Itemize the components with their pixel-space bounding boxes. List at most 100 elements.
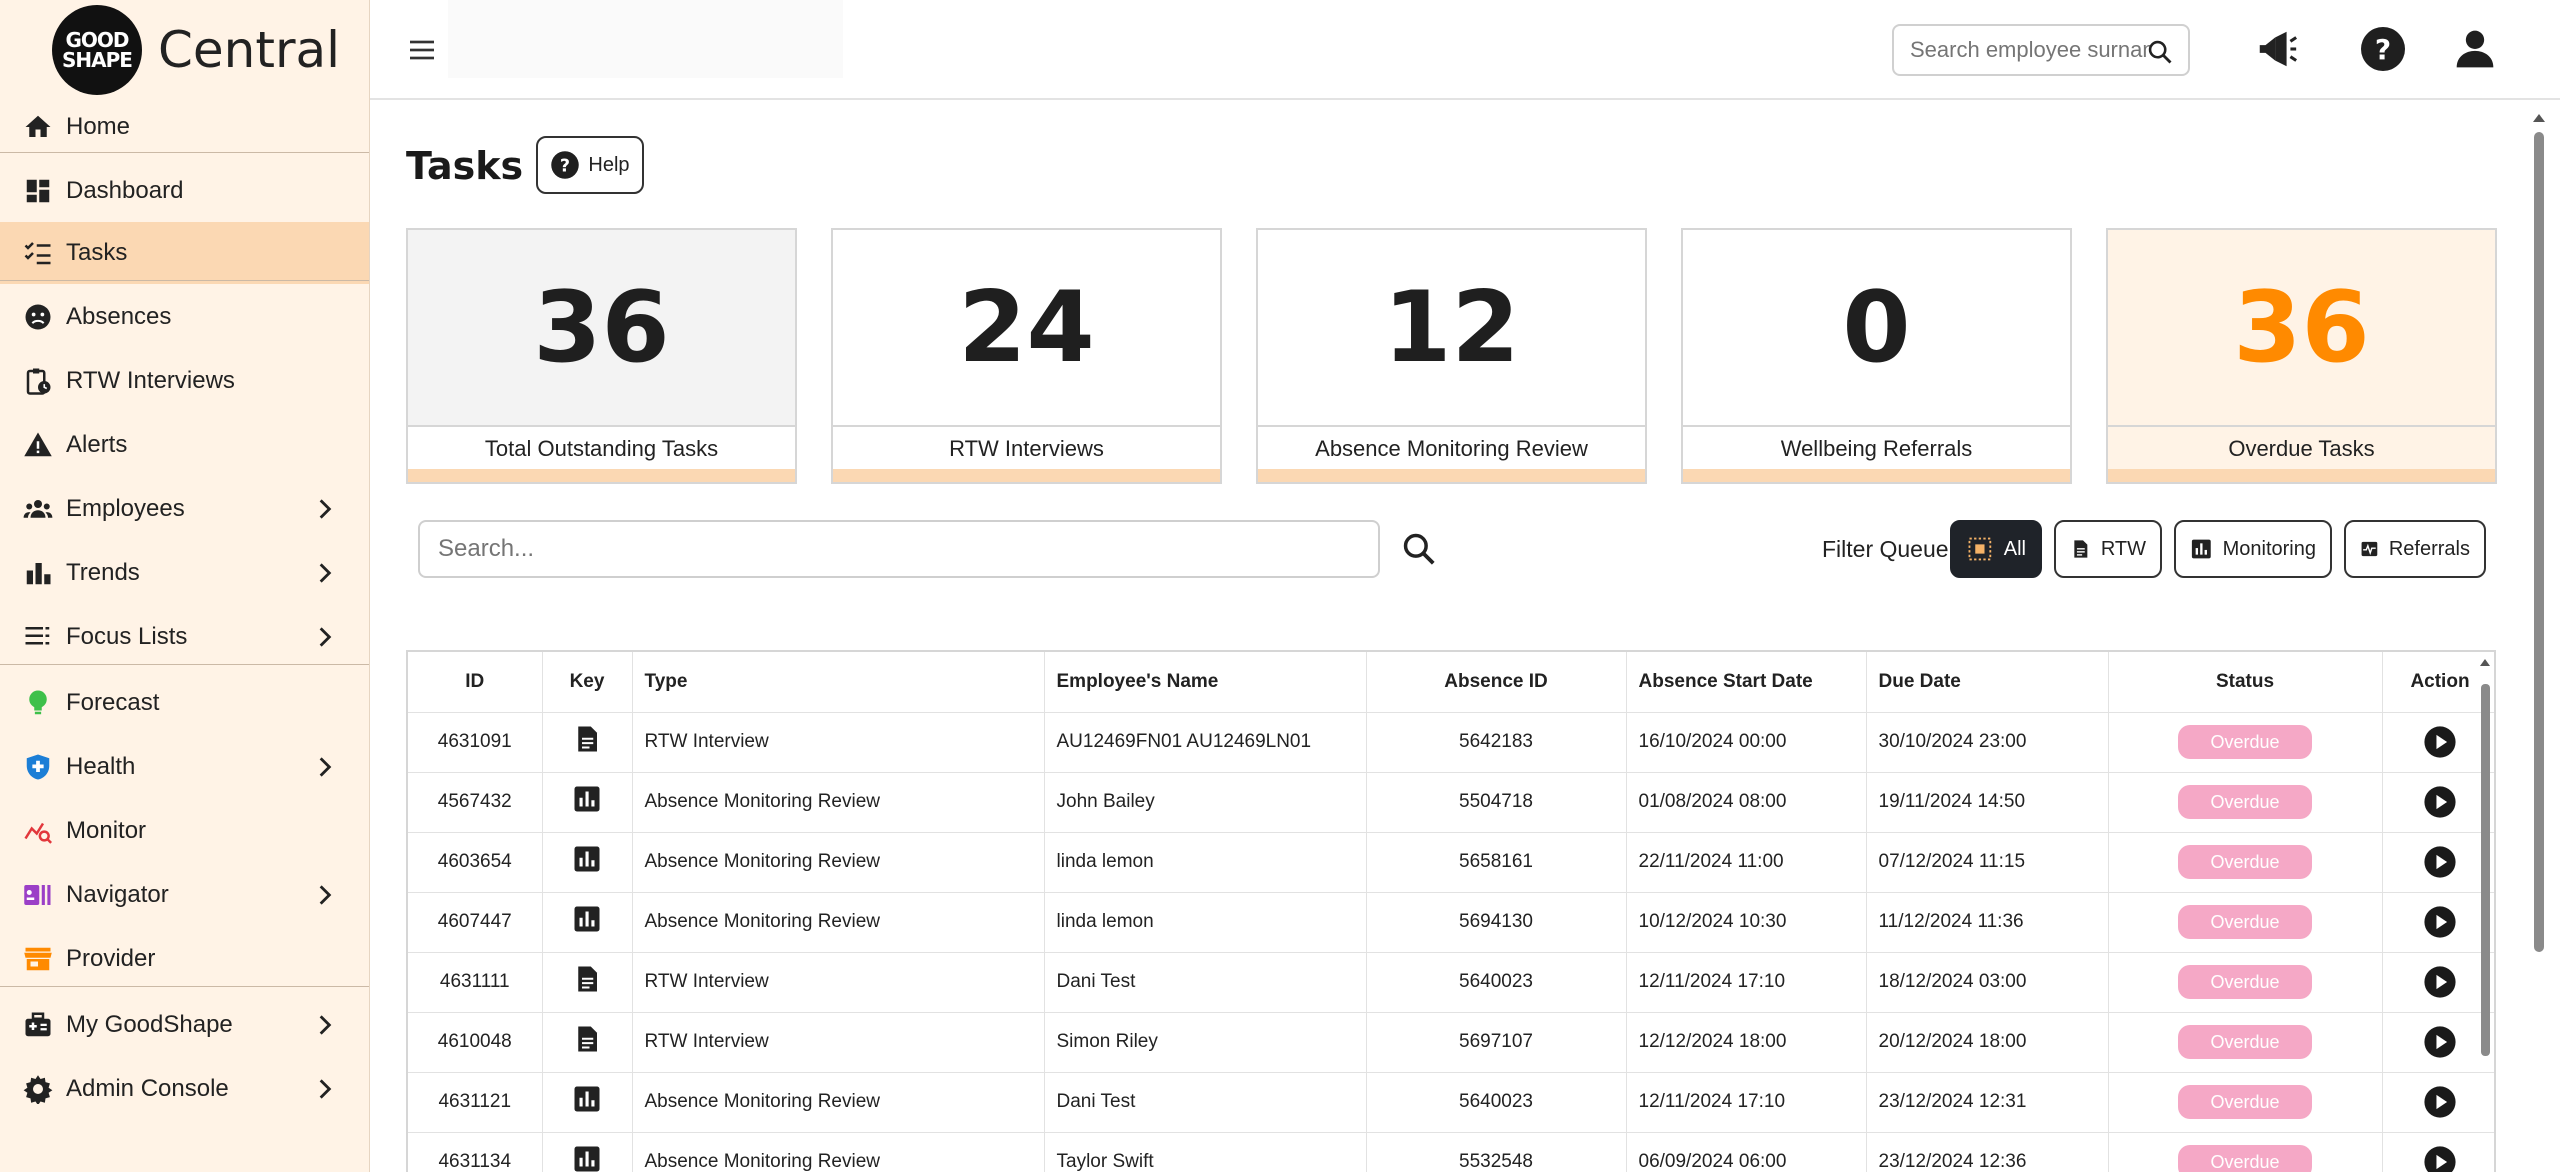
sidebar-item-monitor[interactable]: Monitor	[0, 800, 369, 862]
cell-due-date: 18/12/2024 03:00	[1866, 952, 2109, 1013]
menu-icon[interactable]	[406, 34, 438, 66]
table-row[interactable]: 4631121 Absence Monitoring Review Dani Tes…	[408, 1072, 2494, 1133]
cell-status: Overdue	[2108, 772, 2383, 833]
bar-chart-box-icon	[572, 904, 602, 940]
sidebar-item-label: Absences	[66, 303, 172, 330]
announcements-icon[interactable]	[2252, 24, 2302, 74]
play-icon[interactable]	[2423, 905, 2457, 939]
sidebar-item-dashboard[interactable]: Dashboard	[0, 160, 369, 222]
search-icon[interactable]	[2146, 38, 2174, 66]
status-badge: Overdue	[2178, 845, 2312, 879]
warning-icon	[20, 427, 56, 463]
cell-key	[542, 1132, 633, 1172]
table-row[interactable]: 4631134 Absence Monitoring Review Taylor S…	[408, 1132, 2494, 1172]
card-absence-monitoring-review[interactable]: 12 Absence Monitoring Review	[1256, 228, 1647, 484]
sidebar-divider	[0, 986, 369, 987]
table-row[interactable]: 4631111 RTW Interview Dani Test 5640023 12/1…	[408, 952, 2494, 1013]
chevron-right-icon[interactable]	[312, 1076, 338, 1102]
card-total-outstanding-tasks[interactable]: 36 Total Outstanding Tasks	[406, 228, 797, 484]
chevron-right-icon[interactable]	[312, 624, 338, 650]
sidebar-item-absences[interactable]: Absences	[0, 286, 369, 348]
card-value: 36	[408, 230, 795, 425]
play-icon[interactable]	[2423, 1145, 2457, 1172]
card-accent-bar	[833, 469, 1220, 482]
table-row[interactable]: 4567432 Absence Monitoring Review John Bai…	[408, 772, 2494, 833]
cell-absence-start: 16/10/2024 00:00	[1626, 712, 1867, 773]
page-scrollbar[interactable]	[2528, 102, 2550, 1172]
cell-absence-id: 5504718	[1366, 772, 1627, 833]
cell-key	[542, 772, 633, 833]
play-icon[interactable]	[2423, 965, 2457, 999]
sidebar-item-label: Focus Lists	[66, 623, 188, 650]
cell-due-date: 30/10/2024 23:00	[1866, 712, 2109, 773]
sidebar-item-tasks[interactable]: Tasks	[0, 222, 369, 284]
task-search-input[interactable]	[438, 535, 1338, 563]
col-header-id[interactable]: ID	[408, 652, 543, 713]
sidebar-item-home[interactable]: Home	[0, 96, 369, 158]
employee-search-input[interactable]	[1910, 37, 2150, 63]
cell-key	[542, 892, 633, 953]
col-header-key[interactable]: Key	[542, 652, 633, 713]
col-header-employee-name[interactable]: Employee's Name	[1044, 652, 1367, 713]
col-header-type[interactable]: Type	[632, 652, 1045, 713]
play-icon[interactable]	[2423, 845, 2457, 879]
help-button[interactable]: ? Help	[536, 136, 644, 194]
table-row[interactable]: 4610048 RTW Interview Simon Riley 5697107 12…	[408, 1012, 2494, 1073]
filter-referrals-button[interactable]: Referrals	[2344, 520, 2486, 578]
sidebar-item-employees[interactable]: Employees	[0, 478, 369, 540]
card-rtw-interviews[interactable]: 24 RTW Interviews	[831, 228, 1222, 484]
sidebar-item-my-goodshape[interactable]: My GoodShape	[0, 994, 369, 1056]
col-header-due-date[interactable]: Due Date	[1866, 652, 2109, 713]
document-icon	[572, 964, 602, 1000]
filter-all-button[interactable]: All	[1950, 520, 2042, 578]
cell-absence-id: 5697107	[1366, 1012, 1627, 1073]
sidebar-item-focus-lists[interactable]: Focus Lists	[0, 606, 369, 668]
search-icon[interactable]	[1400, 530, 1438, 568]
pulse-icon	[2361, 541, 2378, 557]
sidebar-item-navigator[interactable]: Navigator	[0, 864, 369, 926]
sidebar-divider	[0, 152, 369, 153]
sidebar-item-label: Forecast	[66, 689, 160, 716]
card-accent-bar	[2108, 469, 2495, 482]
employee-search[interactable]	[1892, 24, 2190, 76]
col-header-absence-id[interactable]: Absence ID	[1366, 652, 1627, 713]
cell-status: Overdue	[2108, 712, 2383, 773]
chevron-right-icon[interactable]	[312, 560, 338, 586]
col-header-absence-start[interactable]: Absence Start Date	[1626, 652, 1867, 713]
sidebar-item-forecast[interactable]: Forecast	[0, 672, 369, 734]
filter-rtw-button[interactable]: RTW	[2054, 520, 2162, 578]
play-icon[interactable]	[2423, 785, 2457, 819]
table-row[interactable]: 4603654 Absence Monitoring Review linda le…	[408, 832, 2494, 893]
sidebar-item-admin-console[interactable]: Admin Console	[0, 1058, 369, 1120]
filter-queue-label: Filter Queue:	[1822, 536, 1955, 562]
table-header-row: ID Key Type Employee's Name Absence ID A…	[408, 652, 2494, 713]
sidebar-item-label: Admin Console	[66, 1075, 229, 1102]
table-scrollbar[interactable]	[2476, 654, 2494, 1172]
sidebar-item-alerts[interactable]: Alerts	[0, 414, 369, 476]
task-search[interactable]	[418, 520, 1380, 578]
play-icon[interactable]	[2423, 1025, 2457, 1059]
sidebar-item-provider[interactable]: Provider	[0, 928, 369, 990]
play-icon[interactable]	[2423, 725, 2457, 759]
card-wellbeing-referrals[interactable]: 0 Wellbeing Referrals	[1681, 228, 2072, 484]
table-row[interactable]: 4607447 Absence Monitoring Review linda le…	[408, 892, 2494, 953]
sidebar: GOOD SHAPE Central Home Dashboard Tasks Abs…	[0, 0, 370, 1172]
chevron-right-icon[interactable]	[312, 1012, 338, 1038]
filter-monitoring-button[interactable]: Monitoring	[2174, 520, 2332, 578]
chevron-right-icon[interactable]	[312, 754, 338, 780]
bar-chart-box-icon	[572, 1084, 602, 1120]
play-icon[interactable]	[2423, 1085, 2457, 1119]
tasks-icon	[20, 235, 56, 271]
col-header-status[interactable]: Status	[2108, 652, 2383, 713]
card-overdue-tasks[interactable]: 36 Overdue Tasks	[2106, 228, 2497, 484]
sidebar-item-label: Dashboard	[66, 177, 184, 204]
help-icon[interactable]: ?	[2358, 24, 2408, 74]
sidebar-item-trends[interactable]: Trends	[0, 542, 369, 604]
sidebar-item-rtw-interviews[interactable]: RTW Interviews	[0, 350, 369, 412]
account-icon[interactable]	[2450, 24, 2500, 74]
chevron-right-icon[interactable]	[312, 496, 338, 522]
chevron-right-icon[interactable]	[312, 882, 338, 908]
table-row[interactable]: 4631091 RTW Interview AU12469FN01 AU12469L…	[408, 712, 2494, 773]
brand[interactable]: GOOD SHAPE Central	[0, 0, 369, 100]
sidebar-item-health[interactable]: Health	[0, 736, 369, 798]
